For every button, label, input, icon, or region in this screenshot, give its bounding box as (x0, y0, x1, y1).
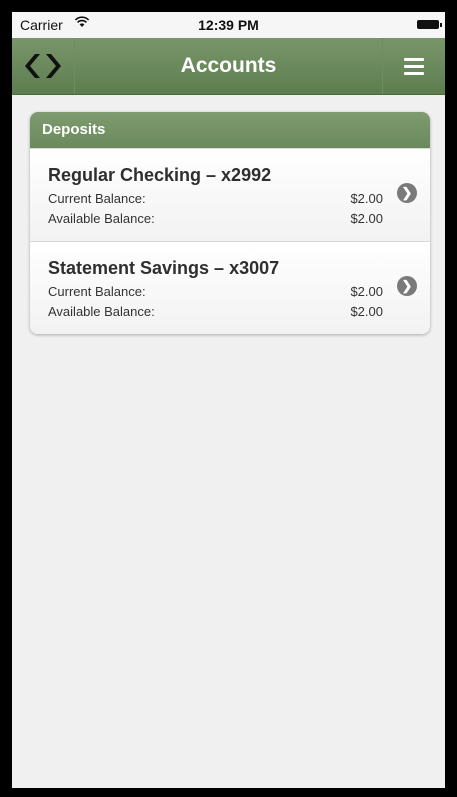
available-balance-label: Available Balance: (48, 211, 155, 226)
section-header: Deposits (30, 112, 430, 148)
current-balance-value: $2.00 (350, 284, 383, 299)
status-time: 12:39 PM (198, 17, 259, 33)
deposits-card: Deposits Regular Checking – x2992 Curren… (30, 112, 430, 334)
current-balance-label: Current Balance: (48, 191, 146, 206)
app-screen: Carrier 12:39 PM Accounts Deposits Regul… (12, 12, 445, 788)
available-balance-value: $2.00 (350, 304, 383, 319)
menu-button[interactable] (382, 38, 445, 94)
page-title: Accounts (180, 54, 277, 77)
nav-bar: Accounts (12, 38, 445, 95)
account-name: Regular Checking – x2992 (48, 165, 272, 185)
current-balance-label: Current Balance: (48, 284, 146, 299)
available-balance-label: Available Balance: (48, 304, 155, 319)
account-row-savings[interactable]: Statement Savings – x3007 Current Balanc… (30, 241, 430, 334)
battery-icon (417, 20, 442, 29)
menu-hamburger-icon (404, 54, 424, 79)
chevron-right-icon[interactable]: ❯ (397, 276, 417, 296)
account-row-checking[interactable]: Regular Checking – x2992 Current Balance… (30, 148, 430, 241)
account-name: Statement Savings – x3007 (48, 258, 280, 278)
available-balance-value: $2.00 (350, 211, 383, 226)
logo-chevrons-icon (25, 54, 61, 78)
device-frame: Carrier 12:39 PM Accounts Deposits Regul… (0, 0, 457, 797)
current-balance-value: $2.00 (350, 191, 383, 206)
status-bar: Carrier 12:39 PM (12, 12, 445, 38)
chevron-right-icon[interactable]: ❯ (397, 183, 417, 203)
home-logo-button[interactable] (12, 38, 75, 94)
